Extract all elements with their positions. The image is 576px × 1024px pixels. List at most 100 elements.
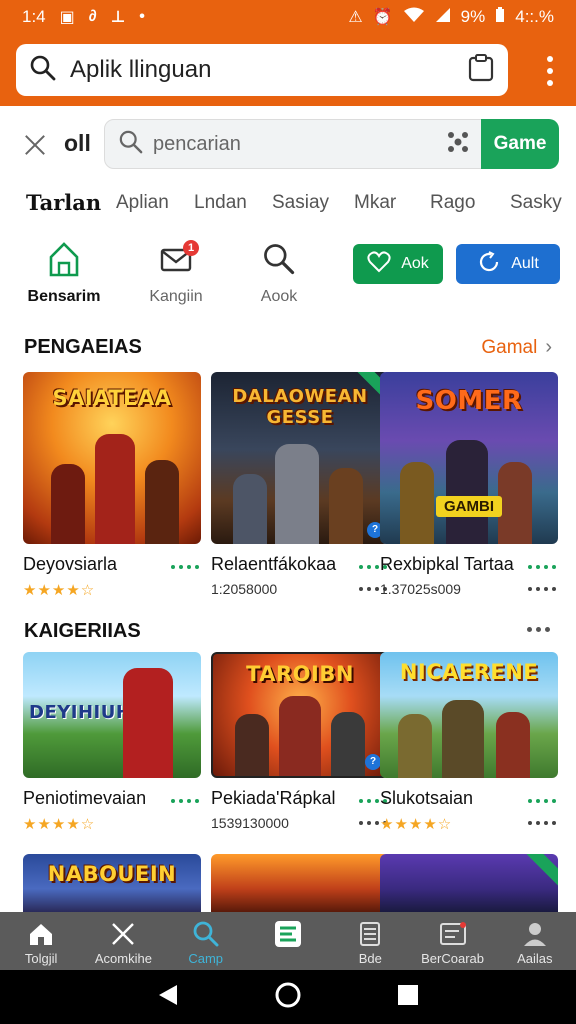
- game-title: Peniotimevaian: [23, 788, 147, 808]
- home-icon: [0, 920, 82, 948]
- tab-rago[interactable]: Rago: [430, 192, 475, 214]
- quick-action-kangiin[interactable]: 1 Kangiin: [121, 238, 231, 306]
- nav-game-app[interactable]: [247, 912, 329, 970]
- category-tabs: Tarlan Aplian Lndan Sasiay Mkar Rago Sas…: [0, 188, 576, 222]
- tab-sasky[interactable]: Sasky: [510, 192, 562, 214]
- nav-label: Bde: [358, 951, 382, 966]
- more-options-icon[interactable]: [171, 565, 199, 569]
- game-thumbnail: NICAERENE: [380, 652, 558, 778]
- search-input[interactable]: [153, 132, 423, 156]
- game-card[interactable]: SAIATEAA Deyovsiarla ★★★★☆: [23, 372, 201, 599]
- nav-camp[interactable]: Camp: [165, 912, 247, 970]
- game-title: Deyovsiarla: [23, 554, 118, 574]
- wifi-icon: [403, 7, 425, 28]
- game-card[interactable]: [380, 854, 558, 912]
- search-icon: [119, 130, 143, 159]
- more-options-icon[interactable]: [528, 565, 556, 569]
- mail-icon: 1: [121, 238, 231, 280]
- game-card[interactable]: NICAERENE Slukotsaian ★★★★☆: [380, 652, 558, 833]
- status-clock-right: 4::.%: [515, 7, 554, 26]
- game-art-title: NABOUEIN: [47, 862, 177, 886]
- game-card[interactable]: SOMER GAMBI Rexbipkal Tartaa 1.37025s009: [380, 372, 558, 599]
- game-art-title: DEYIHIUH: [29, 702, 132, 723]
- ault-button[interactable]: Ault: [456, 244, 560, 284]
- rating-stars: ★★★★☆: [23, 582, 96, 599]
- game-app-icon: [247, 920, 329, 948]
- game-card[interactable]: NABOUEIN: [23, 854, 201, 912]
- aok-button[interactable]: Aok: [353, 244, 443, 284]
- clipboard-icon[interactable]: [468, 53, 494, 87]
- game-thumbnail: [380, 854, 558, 912]
- recents-icon[interactable]: [397, 984, 419, 1011]
- game-thumbnail: TAROIBN ?: [211, 652, 389, 778]
- more-options-icon[interactable]: [171, 799, 199, 803]
- game-thumbnail: SOMER GAMBI: [380, 372, 558, 544]
- nav-bde[interactable]: Bde: [329, 912, 411, 970]
- download-count: 1:2058000: [211, 581, 278, 597]
- close-icon[interactable]: [22, 132, 48, 158]
- dot-notification-icon: •: [139, 8, 145, 25]
- home-button-icon[interactable]: [274, 981, 302, 1014]
- sync-notification-icon: ∂: [88, 8, 97, 25]
- search-field[interactable]: [104, 119, 484, 169]
- download-count: 1.37025s009: [380, 581, 461, 597]
- store-icon: [9, 238, 119, 280]
- status-time: 1:4: [22, 7, 46, 26]
- game-thumbnail: NABOUEIN: [23, 854, 201, 912]
- alarm-icon: ⏰: [372, 9, 393, 26]
- tab-aplian[interactable]: Aplian: [116, 192, 169, 214]
- quick-action-aook[interactable]: Aook: [224, 238, 334, 306]
- chart-notification-icon: ⊥: [110, 9, 126, 26]
- bottom-navigation: Tolgjil Acomkihe Camp Bde BerCoarab Aail…: [0, 912, 576, 970]
- game-thumbnail: [211, 854, 389, 912]
- battery-percent: 9%: [460, 7, 486, 26]
- tab-tarlan[interactable]: Tarlan: [26, 190, 101, 215]
- see-all-link[interactable]: Gamal ›: [481, 336, 552, 359]
- quick-action-bensarim[interactable]: Bensarim: [9, 238, 119, 306]
- game-title: Rexbipkal Tartaa: [380, 554, 514, 574]
- header-search-bar[interactable]: Aplik llinguan: [16, 44, 508, 96]
- game-card[interactable]: TAROIBN ? Pekiada'Rápkal 1539130000: [211, 652, 389, 833]
- nav-tolgjil[interactable]: Tolgjil: [0, 912, 82, 970]
- game-card[interactable]: DEYIHIUH Peniotimevaian ★★★★☆: [23, 652, 201, 833]
- battery-icon: [495, 6, 505, 28]
- nav-acomkihe[interactable]: Acomkihe: [82, 912, 164, 970]
- game-title: Slukotsaian: [380, 788, 474, 808]
- tab-sasiay[interactable]: Sasiay: [272, 192, 329, 214]
- quick-action-label: Kangiin: [149, 288, 203, 305]
- game-search-button[interactable]: Game: [481, 119, 559, 169]
- tab-lndan[interactable]: Lndan: [194, 192, 247, 214]
- quick-action-label: Bensarim: [27, 288, 101, 305]
- back-icon[interactable]: [157, 983, 179, 1012]
- refresh-icon: [477, 250, 501, 279]
- game-card[interactable]: DALAOWEAN GESSE ? Relaentfákokaa 1:20580…: [211, 372, 389, 599]
- game-card[interactable]: [211, 854, 389, 912]
- nav-label: Tolgjil: [24, 951, 58, 966]
- nav-aailas[interactable]: Aailas: [494, 912, 576, 970]
- filter-icon[interactable]: [447, 131, 469, 158]
- nav-bercoarab[interactable]: BerCoarab: [411, 912, 493, 970]
- more-options-icon[interactable]: [528, 587, 556, 591]
- search-row: oll Game: [0, 118, 576, 170]
- inbox-icon: [411, 920, 493, 948]
- game-title: Pekiada'Rápkal: [211, 788, 336, 808]
- app-header: Aplik llinguan: [0, 34, 576, 106]
- game-art-title: DALAOWEAN GESSE: [232, 386, 368, 428]
- game-thumbnail: DEYIHIUH: [23, 652, 201, 778]
- system-navigation-bar: [0, 970, 576, 1024]
- more-options-icon[interactable]: [528, 821, 556, 825]
- book-icon: [329, 920, 411, 948]
- search-icon: [165, 920, 247, 948]
- more-options-icon[interactable]: [527, 627, 550, 632]
- section-title-kaigeriias: KAIGERIIAS: [24, 620, 141, 642]
- game-thumbnail: SAIATEAA: [23, 372, 201, 544]
- chevron-right-icon: ›: [545, 336, 552, 358]
- more-options-icon[interactable]: [528, 799, 556, 803]
- status-bar: 1:4 ▣ ∂ ⊥ • ⚠ ⏰ 9% 4::.%: [0, 0, 576, 34]
- signal-icon: [435, 7, 451, 28]
- game-art-title: SAIATEAA: [52, 386, 172, 410]
- nav-label: Aailas: [517, 951, 553, 966]
- tab-mkar[interactable]: Mkar: [354, 192, 396, 214]
- account-icon: [494, 920, 576, 948]
- overflow-menu-icon[interactable]: [542, 56, 558, 86]
